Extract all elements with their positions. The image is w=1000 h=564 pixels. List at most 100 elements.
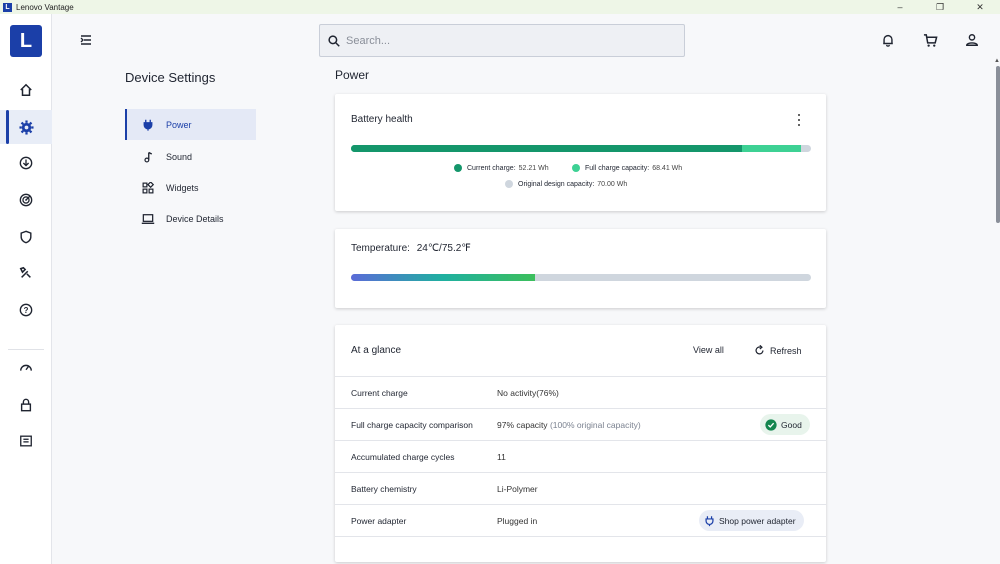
row-key: Accumulated charge cycles bbox=[351, 452, 455, 462]
minimize-button[interactable]: – bbox=[880, 0, 920, 14]
legend-value: 70.00 Wh bbox=[597, 180, 628, 188]
page-title: Power bbox=[335, 68, 370, 82]
legend-design-capacity: Original design capacity: 70.00 Wh bbox=[505, 180, 627, 188]
side-item-sound[interactable]: Sound bbox=[125, 141, 256, 172]
svg-text:?: ? bbox=[24, 306, 29, 315]
glance-header: At a glance View all Refresh bbox=[335, 325, 826, 377]
search-icon bbox=[328, 34, 340, 47]
search-box[interactable] bbox=[319, 24, 685, 57]
table-row: Battery chemistry Li-Polymer bbox=[335, 473, 826, 505]
rail-help-button[interactable]: ? bbox=[0, 293, 52, 327]
legend-label: Original design capacity: bbox=[518, 180, 595, 188]
window-controls: – ❐ ✕ bbox=[880, 0, 1000, 14]
temperature-label: Temperature: bbox=[351, 243, 410, 254]
legend-dot bbox=[454, 164, 462, 172]
legend-label: Full charge capacity: bbox=[585, 164, 650, 172]
table-row: Current charge No activity(76%) bbox=[335, 377, 826, 409]
row-value-text: Li-Polymer bbox=[497, 484, 538, 494]
status-badge-label: Good bbox=[781, 419, 802, 430]
rail-home-button[interactable] bbox=[0, 73, 52, 107]
side-item-widgets[interactable]: Widgets bbox=[125, 172, 256, 203]
legend-label: Current charge: bbox=[467, 164, 516, 172]
lenovo-logo[interactable]: L bbox=[10, 25, 42, 57]
temperature-card: Temperature: 24℃/75.2℉ bbox=[335, 229, 826, 308]
radar-icon bbox=[19, 193, 33, 207]
shop-power-adapter-button[interactable]: Shop power adapter bbox=[699, 510, 804, 531]
music-note-icon bbox=[140, 149, 156, 165]
table-row: Accumulated charge cycles 11 bbox=[335, 441, 826, 473]
bell-icon bbox=[883, 34, 893, 47]
rail-radar-button[interactable] bbox=[0, 183, 52, 217]
row-value: Plugged in bbox=[497, 516, 537, 526]
refresh-icon bbox=[755, 345, 764, 355]
menu-toggle-button[interactable] bbox=[78, 32, 94, 48]
row-value-text: 97% capacity bbox=[497, 420, 548, 430]
user-icon bbox=[966, 34, 978, 46]
table-row: Power adapter Plugged in Shop power adap… bbox=[335, 505, 826, 537]
legend-value: 68.41 Wh bbox=[652, 164, 683, 172]
lock-icon bbox=[20, 398, 32, 412]
rail-device-settings-button[interactable] bbox=[0, 110, 52, 144]
nav-rail: L ? bbox=[0, 14, 52, 564]
notifications-button[interactable] bbox=[879, 31, 897, 49]
legend-dot bbox=[572, 164, 580, 172]
row-value: No activity(76%) bbox=[497, 388, 559, 398]
battery-health-card: Battery health Current charge: 52.21 Wh … bbox=[335, 94, 826, 211]
scroll-up-arrow[interactable]: ▲ bbox=[994, 58, 1000, 64]
row-value-text: No activity(76%) bbox=[497, 388, 559, 398]
row-value: 97% capacity (100% original capacity) bbox=[497, 420, 641, 430]
more-options-button[interactable] bbox=[794, 114, 804, 126]
side-item-label: Power bbox=[166, 119, 192, 130]
account-button[interactable] bbox=[963, 31, 981, 49]
temperature-level bbox=[351, 274, 535, 281]
close-button[interactable]: ✕ bbox=[960, 0, 1000, 14]
search-input[interactable] bbox=[346, 34, 666, 47]
widgets-icon bbox=[140, 180, 156, 196]
scrollbar-thumb[interactable] bbox=[996, 66, 1000, 223]
current-charge-segment bbox=[351, 145, 742, 152]
legend-current-charge: Current charge: 52.21 Wh bbox=[454, 164, 549, 172]
home-icon bbox=[20, 83, 32, 96]
status-badge: Good bbox=[760, 414, 810, 435]
rail-downloads-button[interactable] bbox=[0, 146, 52, 180]
restore-button[interactable]: ❐ bbox=[920, 0, 960, 14]
temperature-readout: Temperature: 24℃/75.2℉ bbox=[351, 243, 471, 254]
app-icon: L bbox=[3, 2, 12, 12]
window-title: Lenovo Vantage bbox=[16, 2, 74, 12]
legend-dot bbox=[505, 180, 513, 188]
title-bar: L Lenovo Vantage – ❐ ✕ bbox=[0, 0, 1000, 14]
side-item-device-details[interactable]: Device Details bbox=[125, 203, 256, 234]
cart-icon bbox=[923, 33, 938, 47]
rail-dashboard-button[interactable] bbox=[0, 424, 52, 458]
card-title: At a glance bbox=[351, 345, 402, 356]
legend-value: 52.21 Wh bbox=[518, 164, 549, 172]
refresh-button[interactable]: Refresh bbox=[754, 345, 802, 356]
row-key: Current charge bbox=[351, 388, 408, 398]
row-key: Power adapter bbox=[351, 516, 407, 526]
at-a-glance-card: At a glance View all Refresh Current cha… bbox=[335, 325, 826, 562]
row-value: Li-Polymer bbox=[497, 484, 538, 494]
rail-performance-button[interactable] bbox=[0, 351, 52, 385]
rail-lock-button[interactable] bbox=[0, 388, 52, 422]
row-value: 11 bbox=[497, 452, 506, 462]
plug-icon bbox=[705, 515, 714, 526]
tools-icon bbox=[19, 266, 31, 278]
plug-icon bbox=[140, 117, 156, 133]
card-title: Battery health bbox=[351, 114, 413, 125]
row-value-text: 11 bbox=[497, 452, 506, 462]
temperature-bar bbox=[351, 274, 811, 281]
section-title: Device Settings bbox=[125, 70, 216, 85]
rail-tools-button[interactable] bbox=[0, 256, 52, 290]
side-item-power[interactable]: Power bbox=[125, 109, 256, 140]
check-circle-icon bbox=[765, 418, 777, 431]
gear-icon bbox=[18, 119, 34, 135]
dashboard-icon bbox=[20, 435, 32, 447]
cart-button[interactable] bbox=[921, 31, 939, 49]
battery-capacity-bar bbox=[351, 145, 811, 152]
download-icon bbox=[19, 156, 33, 170]
speedometer-icon bbox=[20, 364, 32, 371]
side-item-label: Device Details bbox=[166, 213, 224, 224]
view-all-link[interactable]: View all bbox=[693, 345, 724, 355]
refresh-label: Refresh bbox=[770, 345, 802, 356]
rail-security-button[interactable] bbox=[0, 220, 52, 254]
